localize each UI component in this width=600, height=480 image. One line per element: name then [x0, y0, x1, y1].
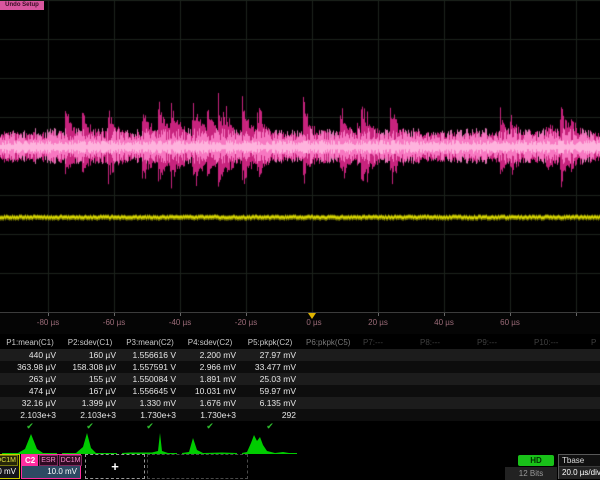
stat-value: 33.477 mV [240, 361, 300, 373]
stat-value: 59.97 mV [240, 385, 300, 397]
stat-value: 263 µV [0, 373, 60, 385]
timebase-value: 20.0 µs/div [559, 467, 600, 479]
time-label: 0 µs [306, 318, 321, 327]
c2-vdiv-value: 10.0 mV [22, 466, 80, 478]
c2-esr-badge: ESR [39, 455, 57, 466]
measure-p5-button[interactable]: P5:pkpk(C2) [240, 337, 300, 349]
axis-tick [114, 313, 115, 316]
c1-coupling-badge: DC1M [0, 455, 18, 466]
stat-value: 1.557591 V [120, 361, 180, 373]
p1-histicon[interactable] [0, 431, 60, 455]
measure-p8-button[interactable]: P8:--- [414, 337, 471, 349]
stat-row-sdev: 32.16 µV 1.399 µV 1.330 mV 1.676 mV 6.13… [0, 397, 600, 409]
stat-value: 1.556645 V [120, 385, 180, 397]
measurement-table: P1:mean(C1) P2:sdev(C1) P3:mean(C2) P4:s… [0, 337, 600, 455]
status-check-icon: ✔ [60, 421, 120, 431]
axis-tick [180, 313, 181, 316]
axis-tick [48, 313, 49, 316]
undo-setup-badge[interactable]: Undo Setup [0, 1, 44, 10]
stat-value: 167 µV [60, 385, 120, 397]
stat-value: 27.97 mV [240, 349, 300, 361]
status-check-icon: ✔ [240, 421, 300, 431]
stat-row-max: 474 µV 167 µV 1.556645 V 10.031 mV 59.97… [0, 385, 600, 397]
axis-tick [510, 313, 511, 316]
stat-value: 292 [240, 409, 300, 421]
stat-row-min: 263 µV 155 µV 1.550084 V 1.891 mV 25.03 … [0, 373, 600, 385]
measure-p1-button[interactable]: P1:mean(C1) [0, 337, 60, 349]
time-label: 20 µs [368, 318, 388, 327]
plus-icon: + [111, 459, 119, 474]
axis-tick [444, 313, 445, 316]
measure-p10-button[interactable]: P10:--- [528, 337, 585, 349]
axis-tick [378, 313, 379, 316]
stat-value: 440 µV [0, 349, 60, 361]
stat-value: 160 µV [60, 349, 120, 361]
stat-value: 1.399 µV [60, 397, 120, 409]
stat-value: 155 µV [60, 373, 120, 385]
c2-coupling-badge: DC1M [59, 455, 83, 466]
axis-tick [246, 313, 247, 316]
time-label: -40 µs [169, 318, 191, 327]
stat-row-status: ✔ ✔ ✔ ✔ ✔ [0, 421, 600, 431]
time-label: 40 µs [434, 318, 454, 327]
time-label: 60 µs [500, 318, 520, 327]
stat-value: 2.966 mV [180, 361, 240, 373]
stat-value: 1.730e+3 [120, 409, 180, 421]
stat-row-mean: 363.98 µV 158.308 µV 1.557591 V 2.966 mV… [0, 361, 600, 373]
status-check-icon: ✔ [180, 421, 240, 431]
stat-value: 2.103e+3 [60, 409, 120, 421]
trigger-position-icon[interactable] [308, 313, 316, 319]
timebase-title: Tbase [559, 455, 600, 467]
waveform-display[interactable] [0, 0, 600, 312]
measure-p9-button[interactable]: P9:--- [471, 337, 528, 349]
p5-histicon[interactable] [240, 431, 300, 455]
c1-vdiv-value: 10.0 mV [0, 466, 19, 478]
histicon-row [0, 431, 600, 455]
status-check-icon: ✔ [120, 421, 180, 431]
acquisition-mode: HD 12 Bits [505, 454, 557, 480]
time-axis[interactable]: -100 µs -80 µs -60 µs -40 µs -20 µs 0 µs… [0, 312, 600, 334]
stat-value: 32.16 µV [0, 397, 60, 409]
add-trace-slot[interactable] [147, 454, 248, 479]
stat-value: 6.135 mV [240, 397, 300, 409]
stat-value: 363.98 µV [0, 361, 60, 373]
time-label: -20 µs [235, 318, 257, 327]
stat-value: 1.676 mV [180, 397, 240, 409]
stat-value: 1.556616 V [120, 349, 180, 361]
stat-value: 2.103e+3 [0, 409, 60, 421]
time-label: -60 µs [103, 318, 125, 327]
measure-p4-button[interactable]: P4:sdev(C2) [180, 337, 240, 349]
stat-value: 1.550084 V [120, 373, 180, 385]
c2-label: C2 [22, 455, 38, 466]
c2-descriptor-box[interactable]: C2 ESR DC1M 10.0 mV [21, 454, 81, 479]
c1-descriptor-box[interactable]: C1 DC1M 10.0 mV [0, 454, 20, 479]
stat-row-value: 440 µV 160 µV 1.556616 V 2.200 mV 27.97 … [0, 349, 600, 361]
stat-value: 25.03 mV [240, 373, 300, 385]
p2-histicon[interactable] [60, 431, 120, 455]
stat-row-num: 2.103e+3 2.103e+3 1.730e+3 1.730e+3 292 [0, 409, 600, 421]
stat-value: 10.031 mV [180, 385, 240, 397]
measure-p7-button[interactable]: P7:--- [357, 337, 414, 349]
time-label: -80 µs [37, 318, 59, 327]
p3-histicon[interactable] [120, 431, 180, 455]
measure-p3-button[interactable]: P3:mean(C2) [120, 337, 180, 349]
add-trace-button[interactable]: + [85, 454, 145, 479]
stat-value: 1.891 mV [180, 373, 240, 385]
axis-tick [576, 313, 577, 316]
measure-header-row: P1:mean(C1) P2:sdev(C1) P3:mean(C2) P4:s… [0, 337, 600, 349]
stat-value: 1.330 mV [120, 397, 180, 409]
stat-value: 2.200 mV [180, 349, 240, 361]
timebase-descriptor-box[interactable]: Tbase 20.0 µs/div [558, 454, 600, 479]
oscilloscope-screen: Undo Setup -100 µs -80 µs -60 µs -40 µs … [0, 0, 600, 480]
status-check-icon: ✔ [0, 421, 60, 431]
stat-value: 474 µV [0, 385, 60, 397]
hd-mode-badge[interactable]: HD [518, 455, 554, 466]
stat-value: 1.730e+3 [180, 409, 240, 421]
p4-histicon[interactable] [180, 431, 240, 455]
measure-p11-button[interactable]: P [585, 337, 597, 349]
measure-p2-button[interactable]: P2:sdev(C1) [60, 337, 120, 349]
hd-bits-label: 12 Bits [505, 467, 557, 480]
measure-p6-button[interactable]: P6:pkpk(C5) [300, 337, 357, 349]
stat-value: 158.308 µV [60, 361, 120, 373]
